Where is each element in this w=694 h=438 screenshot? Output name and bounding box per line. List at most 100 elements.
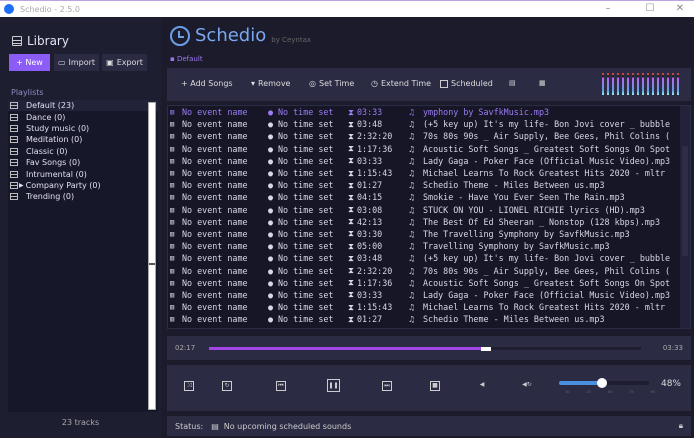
track-row[interactable]: ▥ No event name ● No time set ⧗ 2:32:20 ♫ 70s 8… <box>168 130 690 142</box>
event-name: No event name <box>182 107 248 118</box>
add-songs-button[interactable]: + Add Songs <box>181 79 233 88</box>
playlist-item[interactable]: Dance (0) <box>8 111 158 122</box>
export-label: Export <box>116 58 143 67</box>
track-row[interactable]: ▥ No event name ● No time set ⧗ 03:33 ♫ Lady Ga… <box>168 289 690 301</box>
event-icon: ▥ <box>170 108 175 117</box>
eq-bar <box>602 73 604 95</box>
mute-icon[interactable]: ◀ <box>477 381 487 391</box>
repeat-icon[interactable]: ↻ <box>222 381 232 391</box>
extend-time-button[interactable]: ◷ Extend Time <box>371 79 431 88</box>
scheduled-time: No time set <box>278 314 334 325</box>
volume-tick: 50 <box>607 390 613 394</box>
track-row[interactable]: ▥ No event name ● No time set ⧗ 05:00 ♫ Travell… <box>168 240 690 252</box>
track-row[interactable]: ▥ No event name ● No time set ⧗ 1:15:43 ♫ Micha… <box>168 301 690 313</box>
volume-tick: 75 <box>629 390 634 394</box>
stop-icon[interactable]: ■ <box>430 381 440 391</box>
track-row[interactable]: ▥ No event name ● No time set ⧗ 03:33 ♫ Lady Ga… <box>168 155 690 167</box>
playlist-item[interactable]: Study music (0) <box>8 123 158 134</box>
time-dot-icon: ● <box>268 119 274 130</box>
previous-icon[interactable]: ⏮ <box>276 381 286 391</box>
track-row[interactable]: ▥ No event name ● No time set ⧗ 04:15 ♫ Smokie … <box>168 191 690 203</box>
duration: 04:15 <box>357 192 383 203</box>
lock-icon[interactable]: 🔒︎ <box>679 421 683 431</box>
pause-icon[interactable]: ❚❚ <box>327 379 340 392</box>
playlist-scrollbar[interactable] <box>148 102 156 410</box>
event-icon: ▥ <box>170 266 175 275</box>
track-row[interactable]: ▥ No event name ● No time set ⧗ 03:33 ♫ ymphony… <box>168 106 690 118</box>
volume-handle[interactable] <box>597 378 608 388</box>
file-name: Smokie - Have You Ever Seen The Rain.mp3 <box>423 192 625 203</box>
duration: 42:13 <box>357 216 383 227</box>
eq-bar <box>617 73 619 95</box>
track-row[interactable]: ▥ No event name ● No time set ⧗ 1:17:36 ♫ Acous… <box>168 277 690 289</box>
seek-bar[interactable] <box>209 346 641 351</box>
scheduled-time: No time set <box>278 107 334 118</box>
scheduled-checkbox[interactable]: Scheduled <box>440 79 493 88</box>
volume-tick: 10 <box>565 390 570 394</box>
settings-icon[interactable]: ▦ <box>539 79 546 87</box>
playlist-list: Default (23) Dance (0) Study music (0) Medi… <box>8 100 158 412</box>
export-button[interactable]: ▣ Export <box>102 54 147 71</box>
trash-icon: ▾ <box>251 79 256 88</box>
track-row[interactable]: ▥ No event name ● No time set ⧗ 1:17:36 ♫ Acous… <box>168 143 690 155</box>
hourglass-icon: ⧗ <box>348 167 354 178</box>
close-button[interactable]: ✕ <box>670 3 690 14</box>
playlist-item[interactable]: Intrumental (0) <box>8 168 158 179</box>
file-name: Lady Gaga - Poker Face (Official Music V… <box>423 289 671 300</box>
next-icon[interactable]: ⏭ <box>382 381 392 391</box>
playlist-label: Dance (0) <box>26 112 66 122</box>
track-row[interactable]: ▥ No event name ● No time set ⧗ 1:15:43 ♫ Micha… <box>168 167 690 179</box>
track-row[interactable]: ▥ No event name ● No time set ⧗ 03:48 ♫ (+5 key… <box>168 118 690 130</box>
calendar-icon: ▤ <box>211 421 219 431</box>
event-name: No event name <box>182 302 248 313</box>
file-name: (+5 key up) It's my life- Bon Jovi cover… <box>423 119 671 130</box>
volume-reset-icon[interactable]: ◀↻ <box>517 381 537 391</box>
playlist-label: Meditation (0) <box>26 135 83 145</box>
eq-bar <box>677 73 679 95</box>
new-playlist-button[interactable]: + New <box>9 54 50 71</box>
hourglass-icon: ⧗ <box>348 277 354 288</box>
playlist-item[interactable]: Classic (0) <box>8 146 158 157</box>
maximize-button[interactable]: ☐ <box>640 3 660 14</box>
time-dot-icon: ● <box>268 168 274 179</box>
track-row[interactable]: ▥ No event name ● No time set ⧗ 01:27 ♫ Schedio… <box>168 179 690 191</box>
event-icon: ▥ <box>170 120 175 129</box>
checkbox-icon <box>440 79 448 88</box>
event-icon: ▥ <box>170 169 175 178</box>
track-row[interactable]: ▥ No event name ● No time set ⧗ 2:32:20 ♫ 70s 8… <box>168 264 690 276</box>
playlist-item[interactable]: Fav Songs (0) <box>8 157 158 168</box>
playlist-item[interactable]: Default (23) <box>8 100 158 112</box>
sidebar: Library + New ▭ Import ▣ Export Playlists … <box>0 18 161 438</box>
hourglass-icon: ⧗ <box>348 313 354 324</box>
track-row[interactable]: ▥ No event name ● No time set ⧗ 01:27 ♫ Schedio… <box>168 313 690 325</box>
remove-button[interactable]: ▾ Remove <box>251 79 290 88</box>
hourglass-icon: ⧗ <box>348 118 354 129</box>
playlist-item[interactable]: ▶ Company Party (0) <box>8 180 158 191</box>
current-playlist-label: ▪ Default <box>170 55 203 63</box>
total-time: 03:33 <box>662 344 683 352</box>
export-icon: ▣ <box>106 58 114 67</box>
import-label: Import <box>68 58 96 67</box>
track-row[interactable]: ▥ No event name ● No time set ⧗ 03:48 ♫ (+5 key… <box>168 252 690 264</box>
duration: 01:27 <box>357 314 383 325</box>
clock-icon: ◎ <box>309 79 316 88</box>
track-row[interactable]: ▥ No event name ● No time set ⧗ 03:08 ♫ STUCK O… <box>168 204 690 216</box>
track-row[interactable]: ▥ No event name ● No time set ⧗ 03:30 ♫ The Tra… <box>168 228 690 240</box>
seek-handle[interactable] <box>481 346 492 351</box>
file-name: STUCK ON YOU - LIONEL RICHIE lyrics (HD)… <box>423 204 645 215</box>
track-row[interactable]: ▥ No event name ● No time set ⧗ 42:13 ♫ The Bes… <box>168 216 690 228</box>
minimize-button[interactable]: – <box>598 3 618 14</box>
save-icon[interactable]: ▤ <box>509 79 516 87</box>
playlists-label: Playlists <box>11 88 44 97</box>
set-time-button[interactable]: ◎ Set Time <box>309 79 354 88</box>
volume-slider[interactable] <box>559 378 649 388</box>
time-dot-icon: ● <box>268 192 274 203</box>
playlist-item[interactable]: Trending (0) <box>8 191 158 202</box>
hourglass-icon: ⧗ <box>348 155 354 166</box>
shuffle-icon[interactable]: ⤨ <box>184 381 194 391</box>
eq-bar <box>662 73 664 95</box>
track-list-scrollbar[interactable] <box>680 106 690 328</box>
import-button[interactable]: ▭ Import <box>54 54 99 71</box>
playlist-item[interactable]: Meditation (0) <box>8 134 158 145</box>
time-dot-icon: ● <box>268 180 274 191</box>
